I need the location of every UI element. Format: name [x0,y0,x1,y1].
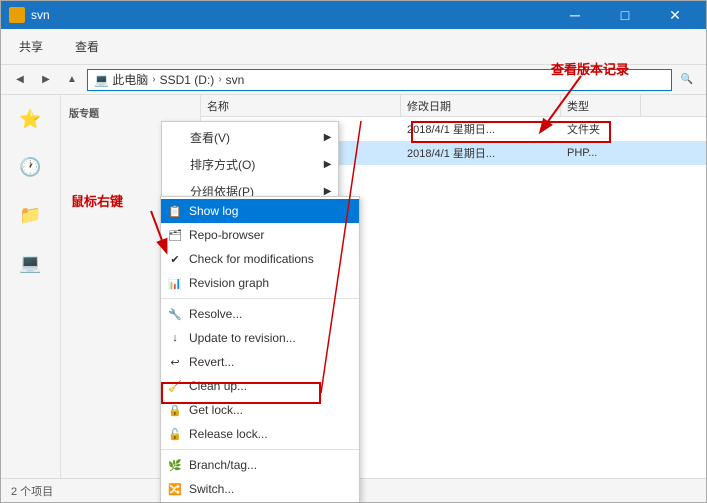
svn-branch-tag[interactable]: 🌿 Branch/tag... [161,453,359,477]
file-date-svn: 2018/4/1 星期日... [401,121,561,137]
file-type-svn: 文件夹 [561,121,641,137]
title-bar: svn ─ □ ✕ [1,1,706,29]
releaselock-icon: 🔓 [167,426,183,442]
title-controls: ─ □ ✕ [552,1,698,29]
svn-switch-label: Switch... [189,482,234,496]
sidebar-pc[interactable]: 💻 [15,247,47,279]
ctx-view-arrow: ▶ [324,132,332,143]
maximize-button[interactable]: □ [602,1,648,29]
svn-check-modifications[interactable]: ✔ Check for modifications [161,247,359,271]
updaterev-icon: ↓ [167,330,183,346]
svn-revert-label: Revert... [189,355,234,369]
file-list-header: 名称 修改日期 类型 [201,95,706,117]
svn-cleanup-label: Clean up... [189,379,247,393]
ctx-view-label: 查看(V) [190,129,230,146]
svn-get-lock[interactable]: 🔒 Get lock... [161,398,359,422]
ctx-sort-arrow: ▶ [324,159,332,170]
svn-branchtag-label: Branch/tag... [189,458,257,472]
svn-releaselock-label: Release lock... [189,427,268,441]
svn-sep-1 [161,298,359,299]
showlog-icon: 📋 [167,203,183,219]
window-icon [9,7,25,23]
svn-release-lock[interactable]: 🔓 Release lock... [161,422,359,446]
revgraph-icon: 📊 [167,275,183,291]
ctx-sort-label: 排序方式(O) [190,156,255,173]
svn-submenu[interactable]: 📋 Show log 🗂 Repo-browser ✔ Check for modif… [160,196,360,503]
checkmod-icon: ✔ [167,251,183,267]
repobrowser-icon: 🗂 [167,227,183,243]
share-button[interactable]: 共享 [9,34,53,59]
address-path[interactable]: 💻 此电脑 › SSD1 (D:) › svn [87,69,672,91]
ctx-sort[interactable]: 排序方式(O) ▶ [162,151,338,178]
close-button[interactable]: ✕ [652,1,698,29]
svn-repo-browser[interactable]: 🗂 Repo-browser [161,223,359,247]
svn-updaterev-label: Update to revision... [189,331,296,345]
minimize-button[interactable]: ─ [552,1,598,29]
svn-show-log[interactable]: 📋 Show log [161,199,359,223]
svn-switch[interactable]: 🔀 Switch... [161,477,359,501]
qa-section-label: 版专题 [61,99,200,122]
up-button[interactable]: ▲ [61,69,83,91]
sidebar: ⭐ 🕐 📁 💻 [1,95,61,480]
col-header-type[interactable]: 类型 [561,95,641,116]
sidebar-folder[interactable]: 📁 [15,199,47,231]
switch-icon: 🔀 [167,481,183,497]
back-button[interactable]: ◀ [9,69,31,91]
search-button[interactable]: 🔍 [676,69,698,91]
breadcrumb-pc[interactable]: 💻 此电脑 [94,71,148,88]
file-type-php: PHP... [561,147,641,159]
sidebar-star[interactable]: ⭐ [15,103,47,135]
file-date-php: 2018/4/1 星期日... [401,145,561,161]
col-header-name[interactable]: 名称 [201,95,401,116]
breadcrumb: 💻 此电脑 › SSD1 (D:) › svn [94,71,244,88]
revert-icon: ↩ [167,354,183,370]
view-button[interactable]: 查看 [65,34,109,59]
svn-revert[interactable]: ↩ Revert... [161,350,359,374]
col-header-modified[interactable]: 修改日期 [401,95,561,116]
ctx-view[interactable]: 查看(V) ▶ [162,124,338,151]
svn-cleanup[interactable]: 🧹 Clean up... [161,374,359,398]
forward-button[interactable]: ▶ [35,69,57,91]
svn-revgraph-label: Revision graph [189,276,269,290]
svn-resolve-label: Resolve... [189,307,242,321]
svn-getlock-label: Get lock... [189,403,243,417]
svn-resolve[interactable]: 🔧 Resolve... [161,302,359,326]
cleanup-icon: 🧹 [167,378,183,394]
path-sep-1: › [152,74,155,85]
address-bar: ◀ ▶ ▲ 💻 此电脑 › SSD1 (D:) › svn 🔍 [1,65,706,95]
window-title: svn [31,8,552,22]
breadcrumb-drive[interactable]: SSD1 (D:) [160,73,215,87]
status-text: 2 个项目 [11,483,53,499]
svn-sep-2 [161,449,359,450]
toolbar: 共享 查看 [1,29,706,65]
svn-update-revision[interactable]: ↓ Update to revision... [161,326,359,350]
svn-checkmod-label: Check for modifications [189,252,314,266]
getlock-icon: 🔒 [167,402,183,418]
breadcrumb-folder[interactable]: svn [226,73,245,87]
branchtag-icon: 🌿 [167,457,183,473]
resolve-icon: 🔧 [167,306,183,322]
svn-showlog-label: Show log [189,204,238,218]
sidebar-recent[interactable]: 🕐 [15,151,47,183]
main-window: svn ─ □ ✕ 共享 查看 ◀ ▶ ▲ 💻 此电脑 › SSD1 (D:) … [0,0,707,503]
svn-repobrowser-label: Repo-browser [189,228,264,242]
svn-revision-graph[interactable]: 📊 Revision graph [161,271,359,295]
path-sep-2: › [218,74,221,85]
